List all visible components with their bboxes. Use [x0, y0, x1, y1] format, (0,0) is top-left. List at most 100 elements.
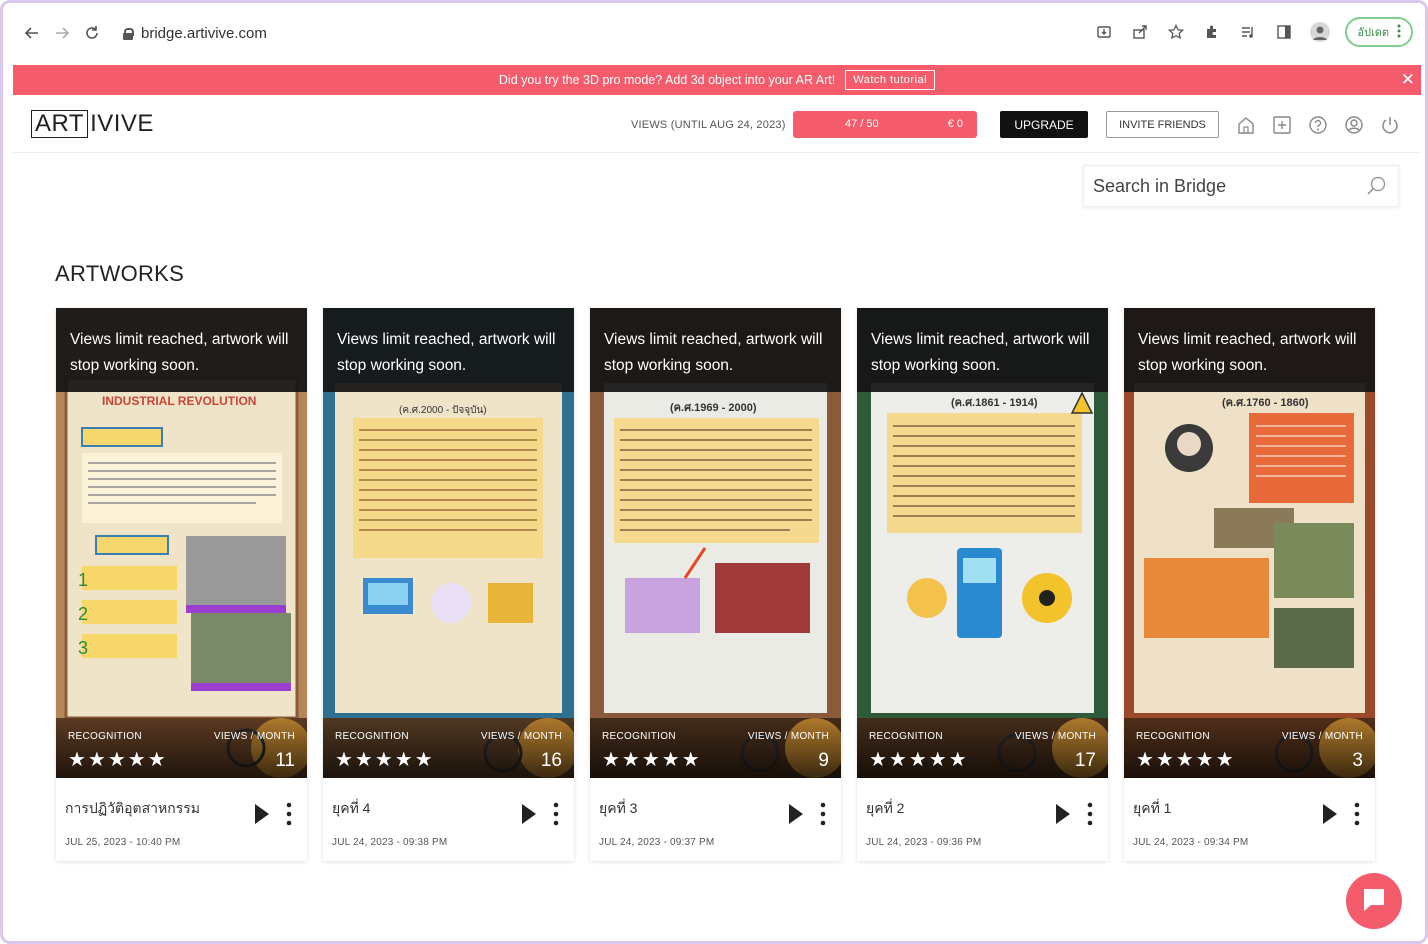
- views-month-label: VIEWS / MONTH: [1014, 731, 1096, 742]
- more-options-icon[interactable]: [816, 801, 830, 827]
- recognition-stars: ★★★★★: [335, 749, 435, 771]
- banner-message: Did you try the 3D pro mode? Add 3d obje…: [498, 73, 836, 87]
- artwork-title[interactable]: ยุคที่ 1: [1133, 798, 1171, 820]
- update-button[interactable]: อัปเดต: [1345, 17, 1413, 47]
- artwork-date: JUL 25, 2023 - 10:40 PM: [65, 837, 181, 848]
- avatar[interactable]: [1309, 21, 1331, 43]
- side-panel-icon[interactable]: [1273, 21, 1295, 43]
- play-icon[interactable]: [1055, 803, 1071, 825]
- add-artwork-icon[interactable]: [1269, 112, 1295, 138]
- play-icon[interactable]: [788, 803, 804, 825]
- views-limit-overlay: Views limit reached, artwork will stop w…: [590, 308, 841, 392]
- poster-header-text: (ค.ศ.2000 - ปัจจุบัน): [399, 405, 487, 416]
- views-limit-overlay: Views limit reached, artwork will stop w…: [857, 308, 1108, 392]
- artwork-thumbnail[interactable]: (ค.ศ.1760 - 1860) Views limit reached, a…: [1124, 308, 1375, 778]
- svg-text:2: 2: [78, 604, 88, 624]
- artwork-thumbnail[interactable]: 1 2 3 INDUSTRIAL REVOLUTION Views limit …: [56, 308, 307, 778]
- views-month-label: VIEWS / MONTH: [747, 731, 829, 742]
- address-bar[interactable]: bridge.artivive.com: [123, 25, 267, 42]
- artwork-thumbnail[interactable]: (ค.ศ.1969 - 2000) Views limit reached, a…: [590, 308, 841, 778]
- artwork-card[interactable]: (ค.ศ.1969 - 2000) Views limit reached, a…: [590, 308, 841, 861]
- recognition-stars: ★★★★★: [1136, 749, 1236, 771]
- more-options-icon[interactable]: [1083, 801, 1097, 827]
- artwork-card[interactable]: (ค.ศ.1760 - 1860) Views limit reached, a…: [1124, 308, 1375, 861]
- views-limit-overlay: Views limit reached, artwork will stop w…: [56, 308, 307, 392]
- svg-text:3: 3: [78, 638, 88, 658]
- search-input[interactable]: [1093, 175, 1353, 197]
- more-options-icon[interactable]: [1350, 801, 1364, 827]
- play-icon[interactable]: [1322, 803, 1338, 825]
- install-icon[interactable]: [1093, 21, 1115, 43]
- views-period-label: VIEWS (UNTIL AUG 24, 2023): [631, 119, 786, 131]
- logo[interactable]: ART IVIVE: [31, 110, 154, 138]
- recognition-stars: ★★★★★: [68, 749, 168, 771]
- artwork-date: JUL 24, 2023 - 09:34 PM: [1133, 837, 1249, 848]
- section-title: ARTWORKS: [55, 261, 185, 286]
- artwork-title[interactable]: ยุคที่ 4: [332, 798, 370, 820]
- watch-tutorial-button[interactable]: Watch tutorial: [845, 70, 936, 90]
- views-price: € 0: [947, 118, 963, 130]
- browser-toolbar: bridge.artivive.com อัปเดต: [3, 3, 1425, 63]
- recognition-label: RECOGNITION: [602, 731, 676, 742]
- views-month-label: VIEWS / MONTH: [1281, 731, 1363, 742]
- artwork-card[interactable]: (ค.ศ.1861 - 1914) Views limit reached, a…: [857, 308, 1108, 861]
- media-icon[interactable]: [1237, 21, 1259, 43]
- views-usage-bar: 47 / 50 € 0: [793, 111, 977, 138]
- extensions-icon[interactable]: [1201, 21, 1223, 43]
- bookmark-star-icon[interactable]: [1165, 21, 1187, 43]
- recognition-label: RECOGNITION: [68, 731, 142, 742]
- search-icon[interactable]: [1366, 175, 1388, 202]
- promo-banner: Did you try the 3D pro mode? Add 3d obje…: [13, 65, 1421, 95]
- play-icon[interactable]: [254, 803, 270, 825]
- views-limit-overlay: Views limit reached, artwork will stop w…: [1124, 308, 1375, 392]
- views-month-count: 17: [1074, 750, 1096, 771]
- back-icon[interactable]: [19, 20, 45, 46]
- poster-header-text: INDUSTRIAL REVOLUTION: [102, 394, 257, 408]
- recognition-stars: ★★★★★: [869, 749, 969, 771]
- artwork-card[interactable]: (ค.ศ.2000 - ปัจจุบัน) Views limit reache…: [323, 308, 574, 861]
- account-icon[interactable]: [1341, 112, 1367, 138]
- poster-header-text: (ค.ศ.1760 - 1860): [1222, 397, 1309, 409]
- artwork-title[interactable]: การปฏิวัติอุตสาหกรรม: [65, 798, 200, 820]
- invite-friends-button[interactable]: INVITE FRIENDS: [1106, 111, 1219, 138]
- home-icon[interactable]: [1233, 112, 1259, 138]
- close-icon[interactable]: ✕: [1401, 70, 1415, 90]
- reload-icon[interactable]: [79, 20, 105, 46]
- artwork-title[interactable]: ยุคที่ 2: [866, 798, 904, 820]
- artwork-card[interactable]: 1 2 3 INDUSTRIAL REVOLUTION Views limit …: [56, 308, 307, 861]
- forward-icon[interactable]: [49, 20, 75, 46]
- upgrade-button[interactable]: UPGRADE: [1000, 111, 1088, 138]
- artwork-date: JUL 24, 2023 - 09:38 PM: [332, 837, 448, 848]
- more-options-icon[interactable]: [549, 801, 563, 827]
- help-icon[interactable]: [1305, 112, 1331, 138]
- url-text: bridge.artivive.com: [141, 24, 267, 42]
- artwork-grid: 1 2 3 INDUSTRIAL REVOLUTION Views limit …: [56, 308, 1375, 861]
- browser-window: bridge.artivive.com อัปเดต Did you try t…: [0, 0, 1428, 944]
- logo-boxed-text: ART: [31, 110, 89, 138]
- views-month-label: VIEWS / MONTH: [480, 731, 562, 742]
- poster-header-text: (ค.ศ.1969 - 2000): [670, 402, 757, 414]
- poster-header-text: (ค.ศ.1861 - 1914): [951, 397, 1038, 409]
- artwork-date: JUL 24, 2023 - 09:36 PM: [866, 837, 982, 848]
- lock-icon: [123, 27, 134, 40]
- share-icon[interactable]: [1129, 21, 1151, 43]
- recognition-label: RECOGNITION: [869, 731, 943, 742]
- logo-text: IVIVE: [90, 110, 154, 137]
- artwork-thumbnail[interactable]: (ค.ศ.2000 - ปัจจุบัน) Views limit reache…: [323, 308, 574, 778]
- artwork-title[interactable]: ยุคที่ 3: [599, 798, 637, 820]
- play-icon[interactable]: [521, 803, 537, 825]
- search-box: [1083, 165, 1399, 207]
- recognition-label: RECOGNITION: [1136, 731, 1210, 742]
- chat-icon: [1359, 884, 1389, 919]
- browser-actions: อัปเดต: [1093, 17, 1413, 47]
- logout-icon[interactable]: [1377, 112, 1403, 138]
- kebab-menu-icon: [1397, 24, 1401, 41]
- recognition-label: RECOGNITION: [335, 731, 409, 742]
- views-count: 47 / 50: [845, 118, 879, 130]
- artwork-thumbnail[interactable]: (ค.ศ.1861 - 1914) Views limit reached, a…: [857, 308, 1108, 778]
- views-month-count: 3: [1352, 750, 1363, 771]
- svg-text:1: 1: [78, 570, 88, 590]
- chat-widget-button[interactable]: [1346, 873, 1402, 929]
- views-month-count: 9: [818, 750, 829, 771]
- more-options-icon[interactable]: [282, 801, 296, 827]
